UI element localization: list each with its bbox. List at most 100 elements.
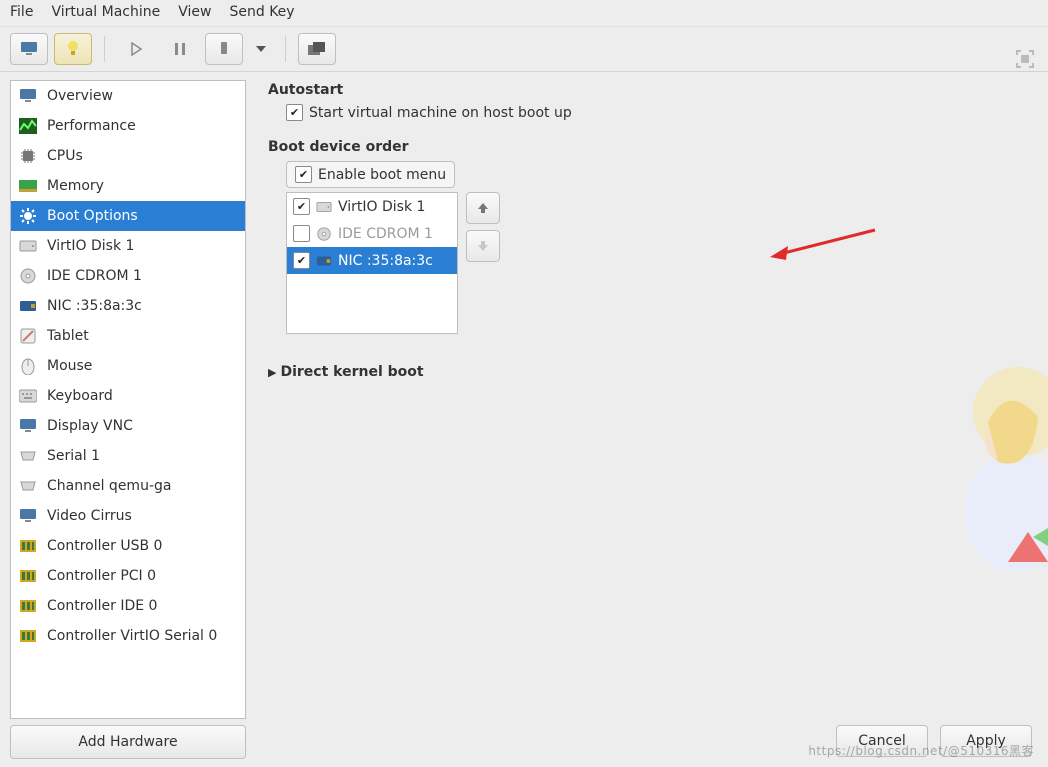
direct-kernel-boot-label: Direct kernel boot bbox=[280, 364, 423, 380]
shutdown-button[interactable] bbox=[205, 33, 243, 65]
autostart-checkbox[interactable] bbox=[286, 104, 303, 121]
sidebar-item-label: Tablet bbox=[47, 328, 89, 344]
controller-icon bbox=[19, 567, 37, 585]
boot-device-checkbox[interactable] bbox=[293, 252, 310, 269]
chevron-down-icon bbox=[256, 46, 266, 52]
monitor-icon bbox=[19, 417, 37, 435]
direct-kernel-boot-expander[interactable]: ▶ Direct kernel boot bbox=[268, 364, 1028, 380]
boot-device-list[interactable]: VirtIO Disk 1 IDE CDROM 1 NIC :35:8a:3c bbox=[286, 192, 458, 334]
sidebar-item-mouse[interactable]: Mouse bbox=[11, 351, 245, 381]
enable-boot-menu-label: Enable boot menu bbox=[318, 167, 446, 183]
sidebar-item-virtio-disk-1[interactable]: VirtIO Disk 1 bbox=[11, 231, 245, 261]
sidebar-item-memory[interactable]: Memory bbox=[11, 171, 245, 201]
boot-device-row[interactable]: NIC :35:8a:3c bbox=[287, 247, 457, 274]
sidebar-item-label: NIC :35:8a:3c bbox=[47, 298, 142, 314]
performance-icon bbox=[19, 117, 37, 135]
sidebar-item-label: Controller IDE 0 bbox=[47, 598, 157, 614]
sidebar-item-boot-options[interactable]: Boot Options bbox=[11, 201, 245, 231]
console-view-button[interactable] bbox=[10, 33, 48, 65]
watermark-text: https://blog.csdn.net/@510316黑客 bbox=[808, 742, 1034, 759]
serial-icon bbox=[19, 447, 37, 465]
gear-icon bbox=[19, 207, 37, 225]
sidebar-item-label: Video Cirrus bbox=[47, 508, 132, 524]
sidebar-item-label: Mouse bbox=[47, 358, 92, 374]
run-button[interactable] bbox=[117, 33, 155, 65]
toolbar-separator bbox=[285, 36, 286, 62]
sidebar-item-label: Display VNC bbox=[47, 418, 133, 434]
sidebar-item-display-vnc[interactable]: Display VNC bbox=[11, 411, 245, 441]
arrow-down-icon bbox=[475, 238, 491, 254]
sidebar-item-channel-qemu-ga[interactable]: Channel qemu-ga bbox=[11, 471, 245, 501]
menu-send-key[interactable]: Send Key bbox=[229, 4, 294, 20]
sidebar-item-performance[interactable]: Performance bbox=[11, 111, 245, 141]
desktop-character-decoration bbox=[938, 362, 1048, 592]
sidebar-item-controller-ide-0[interactable]: Controller IDE 0 bbox=[11, 591, 245, 621]
sidebar-item-overview[interactable]: Overview bbox=[11, 81, 245, 111]
controller-icon bbox=[19, 537, 37, 555]
sidebar-item-serial-1[interactable]: Serial 1 bbox=[11, 441, 245, 471]
annotation-arrow bbox=[770, 224, 880, 264]
sidebar-item-label: Boot Options bbox=[47, 208, 138, 224]
sidebar-item-ide-cdrom-1[interactable]: IDE CDROM 1 bbox=[11, 261, 245, 291]
sidebar-item-nic-35-8a-3c[interactable]: NIC :35:8a:3c bbox=[11, 291, 245, 321]
power-icon bbox=[218, 41, 230, 57]
sidebar-item-controller-virtio-serial-0[interactable]: Controller VirtIO Serial 0 bbox=[11, 621, 245, 651]
boot-device-row[interactable]: IDE CDROM 1 bbox=[287, 220, 457, 247]
snapshots-button[interactable] bbox=[298, 33, 336, 65]
enable-boot-menu-row: Enable boot menu bbox=[286, 161, 455, 188]
controller-icon bbox=[19, 597, 37, 615]
sidebar-item-label: Overview bbox=[47, 88, 113, 104]
keyboard-icon bbox=[19, 387, 37, 405]
boot-order-heading: Boot device order bbox=[268, 139, 1028, 155]
fullscreen-button[interactable] bbox=[1014, 48, 1036, 74]
controller-icon bbox=[19, 627, 37, 645]
nic-icon bbox=[19, 297, 37, 315]
snapshots-icon bbox=[307, 41, 327, 57]
sidebar-item-label: VirtIO Disk 1 bbox=[47, 238, 134, 254]
cd-icon bbox=[316, 226, 332, 242]
boot-device-row[interactable]: VirtIO Disk 1 bbox=[287, 193, 457, 220]
menu-virtual-machine[interactable]: Virtual Machine bbox=[51, 4, 160, 20]
enable-boot-menu-checkbox[interactable] bbox=[295, 166, 312, 183]
monitor-icon bbox=[19, 507, 37, 525]
boot-device-label: VirtIO Disk 1 bbox=[338, 199, 425, 215]
mouse-icon bbox=[19, 357, 37, 375]
sidebar-item-label: Performance bbox=[47, 118, 136, 134]
serial-icon bbox=[19, 477, 37, 495]
sidebar-item-controller-usb-0[interactable]: Controller USB 0 bbox=[11, 531, 245, 561]
fullscreen-icon bbox=[1014, 48, 1036, 70]
pause-button[interactable] bbox=[161, 33, 199, 65]
sidebar-item-label: Controller VirtIO Serial 0 bbox=[47, 628, 217, 644]
hardware-sidebar: Overview Performance CPUs Memory Boot Option… bbox=[0, 72, 250, 767]
menu-view[interactable]: View bbox=[178, 4, 211, 20]
hardware-list[interactable]: Overview Performance CPUs Memory Boot Option… bbox=[10, 80, 246, 719]
boot-move-up-button[interactable] bbox=[466, 192, 500, 224]
boot-device-label: IDE CDROM 1 bbox=[338, 226, 433, 242]
boot-device-label: NIC :35:8a:3c bbox=[338, 253, 433, 269]
menu-file[interactable]: File bbox=[10, 4, 33, 20]
sidebar-item-video-cirrus[interactable]: Video Cirrus bbox=[11, 501, 245, 531]
add-hardware-label: Add Hardware bbox=[78, 734, 177, 750]
sidebar-item-cpus[interactable]: CPUs bbox=[11, 141, 245, 171]
sidebar-item-label: Serial 1 bbox=[47, 448, 100, 464]
chip-icon bbox=[19, 147, 37, 165]
details-view-button[interactable] bbox=[54, 33, 92, 65]
pause-icon bbox=[173, 42, 187, 56]
sidebar-item-controller-pci-0[interactable]: Controller PCI 0 bbox=[11, 561, 245, 591]
cd-icon bbox=[19, 267, 37, 285]
monitor-icon bbox=[20, 41, 38, 57]
sidebar-item-keyboard[interactable]: Keyboard bbox=[11, 381, 245, 411]
disk-icon bbox=[316, 199, 332, 215]
boot-move-down-button[interactable] bbox=[466, 230, 500, 262]
shutdown-menu-button[interactable] bbox=[249, 33, 273, 65]
sidebar-item-tablet[interactable]: Tablet bbox=[11, 321, 245, 351]
sidebar-item-label: CPUs bbox=[47, 148, 83, 164]
add-hardware-button[interactable]: Add Hardware bbox=[10, 725, 246, 759]
boot-device-checkbox[interactable] bbox=[293, 198, 310, 215]
toolbar-separator bbox=[104, 36, 105, 62]
tablet-icon bbox=[19, 327, 37, 345]
nic-icon bbox=[316, 253, 332, 269]
boot-device-checkbox[interactable] bbox=[293, 225, 310, 242]
autostart-heading: Autostart bbox=[268, 82, 1028, 98]
play-icon bbox=[129, 42, 143, 56]
